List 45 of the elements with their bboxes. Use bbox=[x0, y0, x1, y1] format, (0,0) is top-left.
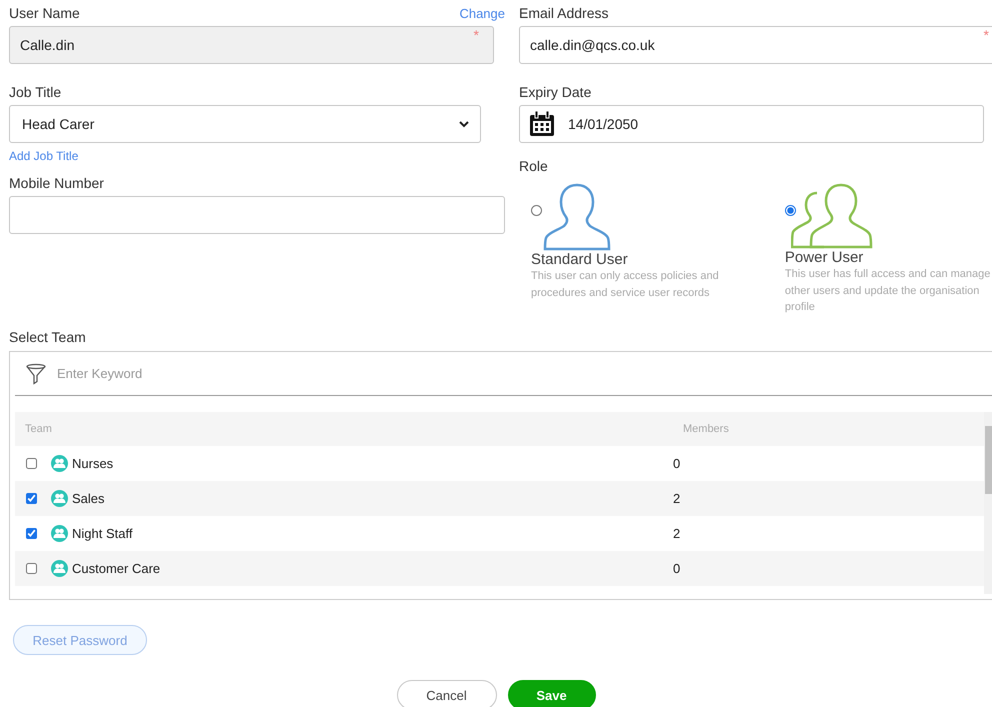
role-title: Standard User bbox=[531, 251, 629, 268]
users-icon bbox=[790, 183, 873, 249]
scrollbar[interactable] bbox=[984, 412, 992, 594]
team-checkbox[interactable] bbox=[26, 458, 37, 469]
email-field[interactable]: calle.din@qcs.co.uk * bbox=[519, 26, 992, 64]
user-icon bbox=[543, 183, 611, 251]
team-icon bbox=[51, 455, 68, 472]
team-icon bbox=[51, 560, 68, 577]
field-label: Expiry Date bbox=[519, 83, 592, 101]
column-header: Members bbox=[682, 423, 730, 435]
field-label: Select Team bbox=[9, 328, 86, 346]
team-icon bbox=[51, 490, 68, 507]
members-count: 0 bbox=[673, 561, 682, 576]
role-radio[interactable] bbox=[531, 205, 542, 216]
members-count: 2 bbox=[673, 491, 682, 506]
mobile-number-field[interactable] bbox=[9, 196, 505, 234]
role-description: This user can only access policies and procedures and service user records bbox=[531, 269, 720, 300]
team-name: Sales bbox=[72, 491, 105, 506]
role-radio[interactable] bbox=[784, 205, 796, 216]
team-checkbox[interactable] bbox=[26, 563, 37, 574]
field-label: Job Title bbox=[9, 83, 62, 101]
role-description: This user has full access and can manage other users and update the organisation profile bbox=[784, 267, 991, 315]
field-label: Mobile Number bbox=[9, 174, 104, 192]
expiry-date-field[interactable]: 14/01/2050 bbox=[519, 105, 984, 143]
cancel-button[interactable]: Cancel bbox=[396, 680, 496, 707]
add-job-title-link[interactable]: Add Job Title bbox=[9, 148, 505, 164]
column-header: Team bbox=[24, 423, 53, 435]
job-title-select[interactable]: Head Carer bbox=[9, 105, 481, 143]
field-label: User Name bbox=[9, 4, 80, 22]
field-label: Email Address bbox=[519, 4, 608, 22]
team-name: Night Staff bbox=[72, 526, 132, 541]
team-icon bbox=[51, 525, 68, 542]
team-name: Nurses bbox=[72, 456, 114, 471]
team-checkbox[interactable] bbox=[26, 528, 37, 539]
keyword-search-field[interactable]: Enter Keyword bbox=[55, 365, 982, 382]
required-mark: * bbox=[984, 27, 989, 43]
team-name: Customer Care bbox=[72, 561, 160, 576]
filter-icon bbox=[25, 362, 47, 384]
required-mark: * bbox=[474, 27, 479, 43]
calendar-icon bbox=[528, 110, 556, 138]
field-label: Role bbox=[519, 157, 548, 175]
role-title: Power User bbox=[784, 249, 864, 266]
team-checkbox[interactable] bbox=[26, 493, 37, 504]
members-count: 0 bbox=[673, 456, 682, 471]
members-count: 2 bbox=[673, 526, 682, 541]
